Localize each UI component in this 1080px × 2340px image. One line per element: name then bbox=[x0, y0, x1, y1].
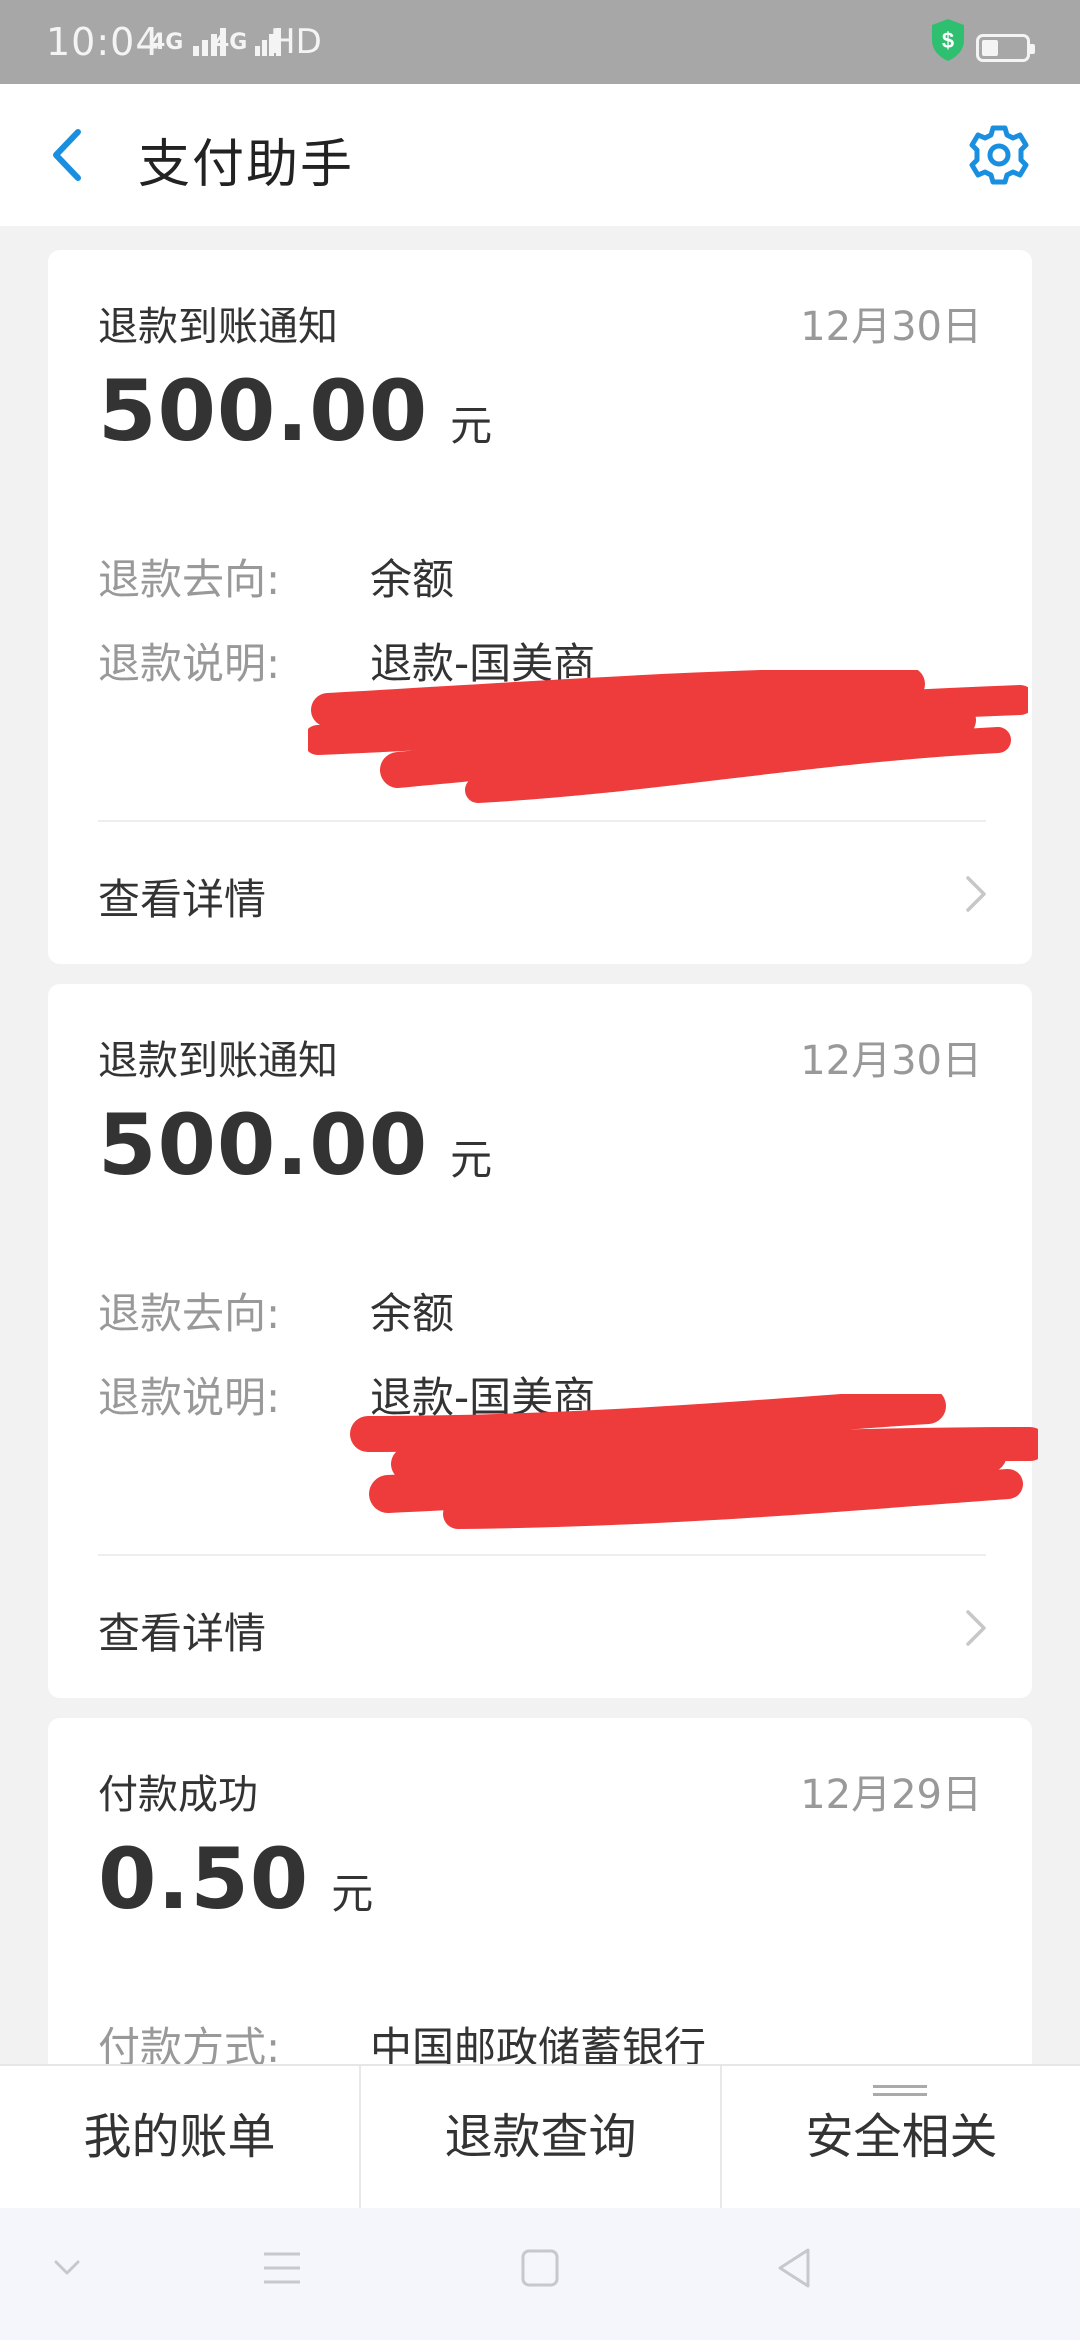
payment-method-label: 付款方式: bbox=[98, 2023, 281, 2064]
card-date: 12月30日 bbox=[800, 1038, 982, 1084]
notification-list[interactable]: 退款到账通知 12月30日 500.00 元 退款去向: 余额 退款说明: 退款-… bbox=[0, 226, 1080, 2064]
network-type-2: 4G bbox=[214, 30, 248, 55]
chevron-right-icon bbox=[966, 1610, 986, 1646]
card-title: 付款成功 bbox=[98, 1772, 258, 1818]
shield-icon: $ bbox=[932, 19, 964, 61]
notification-card: 付款成功 12月29日 0.50 元 付款方式: 中国邮政储蓄银行 bbox=[48, 1718, 1032, 2064]
tab-refund-query[interactable]: 退款查询 bbox=[361, 2066, 720, 2208]
refund-description-value: 退款-国美商 bbox=[370, 1373, 596, 1422]
currency: 元 bbox=[450, 1135, 493, 1184]
menu-icon[interactable] bbox=[262, 2248, 302, 2288]
status-bar: 10:04 4G 4G HD $ bbox=[0, 0, 1080, 84]
refund-description-label: 退款说明: bbox=[98, 639, 281, 688]
divider bbox=[98, 820, 986, 822]
amount: 500.00 bbox=[98, 1096, 429, 1194]
notification-card: 退款到账通知 12月30日 500.00 元 退款去向: 余额 退款说明: 退款-… bbox=[48, 984, 1038, 1698]
amount: 0.50 bbox=[98, 1830, 310, 1928]
app-header: 支付助手 bbox=[0, 84, 1080, 226]
back-icon[interactable] bbox=[774, 2246, 814, 2290]
svg-text:$: $ bbox=[942, 28, 954, 53]
network-type-1: 4G bbox=[150, 30, 184, 55]
view-details-row[interactable]: 查看详情 bbox=[48, 824, 1032, 964]
payment-method-value: 中国邮政储蓄银行 bbox=[370, 2023, 707, 2064]
system-nav-bar bbox=[0, 2208, 1080, 2340]
view-details-row[interactable]: 查看详情 bbox=[48, 1558, 1032, 1698]
refund-destination-label: 退款去向: bbox=[98, 555, 281, 604]
bottom-tab-bar: 我的账单 退款查询 安全相关 bbox=[0, 2064, 1080, 2208]
card-date: 12月29日 bbox=[800, 1772, 982, 1818]
battery-icon bbox=[976, 34, 1035, 62]
amount-row: 0.50 元 bbox=[98, 1830, 373, 1928]
tab-my-bills[interactable]: 我的账单 bbox=[0, 2066, 359, 2208]
divider bbox=[98, 1554, 986, 1556]
amount-row: 500.00 元 bbox=[98, 1096, 492, 1194]
back-arrow-icon[interactable] bbox=[44, 124, 104, 186]
chevron-right-icon bbox=[966, 876, 986, 912]
refund-description-label: 退款说明: bbox=[98, 1373, 281, 1422]
chevron-down-icon[interactable] bbox=[52, 2258, 82, 2278]
currency: 元 bbox=[450, 401, 493, 450]
redaction-mark bbox=[308, 670, 1028, 803]
currency: 元 bbox=[331, 1869, 374, 1918]
notification-card: 退款到账通知 12月30日 500.00 元 退款去向: 余额 退款说明: 退款-… bbox=[48, 250, 1032, 964]
gear-icon[interactable] bbox=[964, 120, 1034, 190]
home-icon[interactable] bbox=[520, 2248, 560, 2288]
amount: 500.00 bbox=[98, 362, 429, 460]
card-title: 退款到账通知 bbox=[98, 1038, 338, 1084]
refund-description-value: 退款-国美商 bbox=[370, 639, 596, 688]
view-details-label: 查看详情 bbox=[98, 1609, 267, 1658]
card-date: 12月30日 bbox=[800, 304, 982, 350]
amount-row: 500.00 元 bbox=[98, 362, 492, 460]
refund-destination-value: 余额 bbox=[370, 1289, 455, 1338]
refund-destination-value: 余额 bbox=[370, 555, 455, 604]
page-title: 支付助手 bbox=[138, 135, 355, 195]
card-title: 退款到账通知 bbox=[98, 304, 338, 350]
hd-indicator: HD bbox=[270, 22, 322, 62]
status-time: 10:04 bbox=[46, 20, 161, 64]
view-details-label: 查看详情 bbox=[98, 875, 267, 924]
refund-destination-label: 退款去向: bbox=[98, 1289, 281, 1338]
menu-lines-icon bbox=[873, 2085, 927, 2096]
